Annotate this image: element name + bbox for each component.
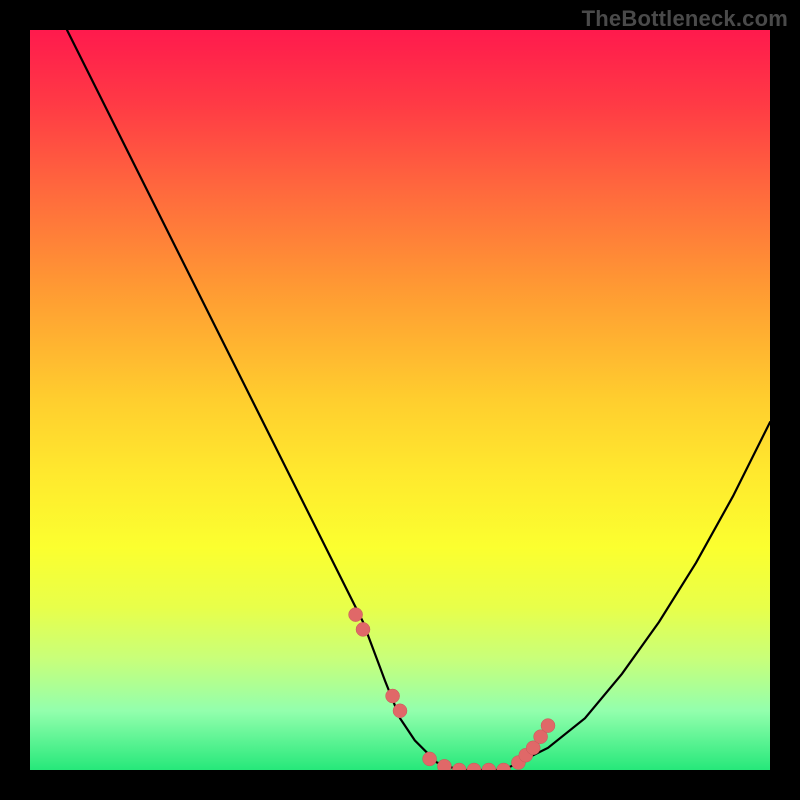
highlighted-points [349, 608, 555, 770]
marker-point [452, 763, 466, 770]
marker-point [437, 759, 451, 770]
marker-point [393, 704, 407, 718]
marker-point [349, 608, 363, 622]
marker-point [467, 763, 481, 770]
marker-point [423, 752, 437, 766]
marker-point [386, 689, 400, 703]
watermark-text: TheBottleneck.com [582, 6, 788, 32]
marker-point [356, 622, 370, 636]
marker-point [541, 719, 555, 733]
marker-point [497, 763, 511, 770]
bottleneck-curve [67, 30, 770, 770]
chart-svg [30, 30, 770, 770]
marker-point [482, 763, 496, 770]
